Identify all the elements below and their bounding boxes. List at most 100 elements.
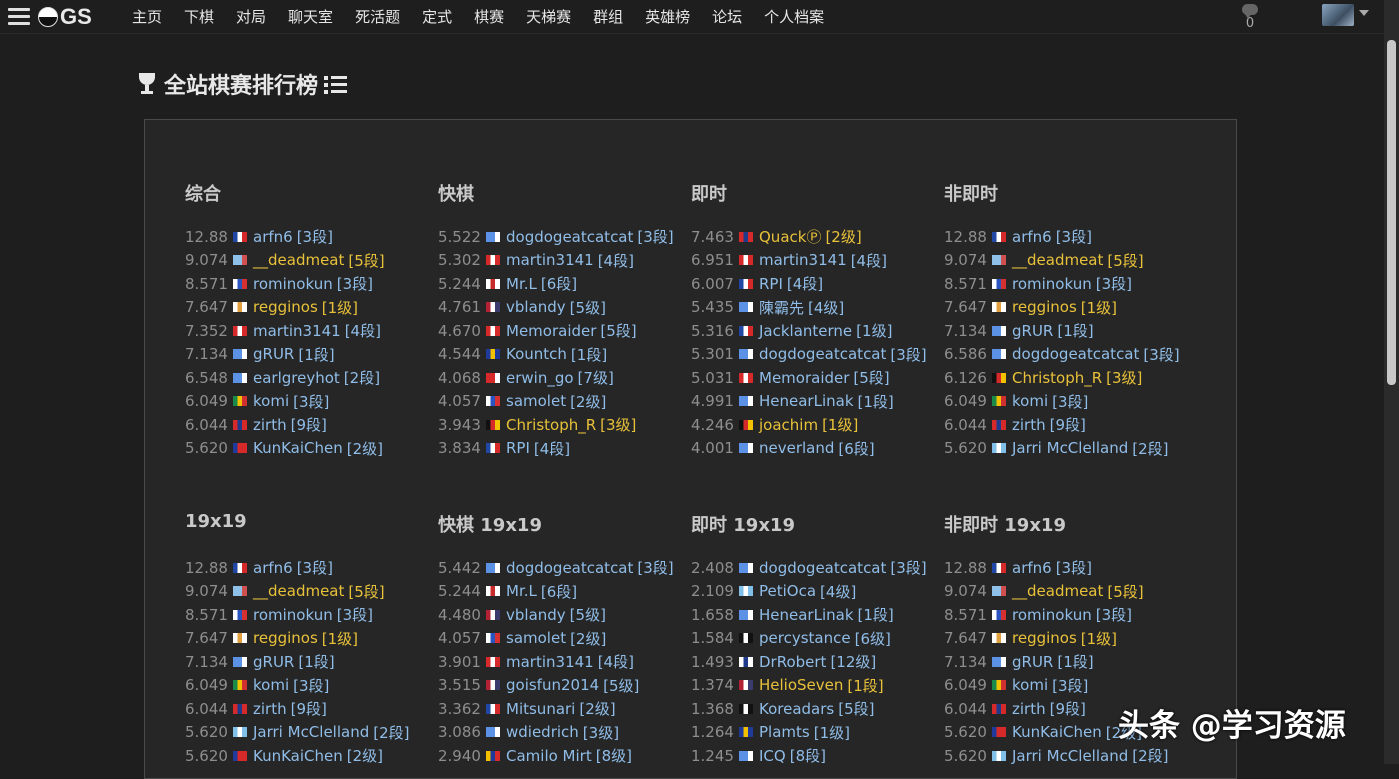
nav-item[interactable]: 死活题 [355, 6, 400, 27]
player-name-link[interactable]: __deadmeat [253, 582, 344, 600]
scrollbar-thumb[interactable] [1387, 40, 1396, 385]
player-name-link[interactable]: martin3141 [506, 251, 594, 269]
player-name-link[interactable]: __deadmeat [1012, 582, 1103, 600]
nav-item[interactable]: 聊天室 [288, 6, 333, 27]
player-name-link[interactable]: Koreadars [759, 700, 834, 718]
player-name-link[interactable]: komi [253, 676, 289, 694]
player-name-link[interactable]: dogdogeatcatcat [506, 559, 633, 577]
player-name-link[interactable]: komi [253, 392, 289, 410]
player-name-link[interactable]: martin3141 [253, 322, 341, 340]
player-name-link[interactable]: regginos [253, 629, 318, 647]
player-name-link[interactable]: __deadmeat [1012, 251, 1103, 269]
scrollbar[interactable] [1384, 0, 1399, 764]
player-name-link[interactable]: regginos [1012, 298, 1077, 316]
player-name-link[interactable]: dogdogeatcatcat [506, 228, 633, 246]
player-name-link[interactable]: HelioSeven [759, 676, 843, 694]
player-name-link[interactable]: joachim [759, 416, 818, 434]
player-name-link[interactable]: gRUR [253, 345, 294, 363]
nav-item[interactable]: 定式 [422, 6, 452, 27]
player-name-link[interactable]: Memoraider [759, 369, 849, 387]
ranking-section: 非即时 12.88 arfn6 [3段] 9.074 __deadmeat [5段] 8.57… [944, 180, 1184, 460]
player-name-link[interactable]: Jarri McClelland [1012, 439, 1128, 457]
player-name-link[interactable]: RPI [759, 275, 783, 293]
player-name-link[interactable]: Plamts [759, 723, 810, 741]
avatar[interactable] [1322, 4, 1354, 26]
player-name-link[interactable]: rominokun [1012, 275, 1092, 293]
player-name-link[interactable]: DrRobert [759, 653, 826, 671]
player-name-link[interactable]: HenearLinak [759, 606, 854, 624]
player-name-link[interactable]: Christoph_R [1012, 369, 1102, 387]
player-name-link[interactable]: gRUR [1012, 653, 1053, 671]
player-name-link[interactable]: Jarri McClelland [253, 723, 369, 741]
player-name-link[interactable]: KunKaiChen [253, 439, 343, 457]
player-name-link[interactable]: komi [1012, 392, 1048, 410]
nav-item[interactable]: 棋赛 [474, 6, 504, 27]
player-name-link[interactable]: QuackⓅ [759, 226, 821, 247]
player-name-link[interactable]: percystance [759, 629, 851, 647]
player-name-link[interactable]: arfn6 [1012, 559, 1052, 577]
player-name-link[interactable]: zirth [1012, 416, 1046, 434]
nav-item[interactable]: 对局 [236, 6, 266, 27]
chat-button[interactable]: 0 [1240, 2, 1260, 31]
player-name-link[interactable]: __deadmeat [253, 251, 344, 269]
player-name-link[interactable]: zirth [253, 700, 287, 718]
player-name-link[interactable]: Christoph_R [506, 416, 596, 434]
menu-icon[interactable] [8, 8, 30, 26]
player-name-link[interactable]: HenearLinak [759, 392, 854, 410]
player-name-link[interactable]: martin3141 [759, 251, 847, 269]
player-name-link[interactable]: vblandy [506, 606, 566, 624]
player-name-link[interactable]: vblandy [506, 298, 566, 316]
player-name-link[interactable]: Mr.L [506, 275, 537, 293]
player-rank: [1段] [298, 653, 335, 672]
player-name-link[interactable]: Jarri McClelland [1012, 747, 1128, 765]
player-name-link[interactable]: Kountch [506, 345, 567, 363]
player-name-link[interactable]: dogdogeatcatcat [759, 345, 886, 363]
player-name-link[interactable]: zirth [1012, 700, 1046, 718]
player-name-link[interactable]: goisfun2014 [506, 676, 599, 694]
player-name-link[interactable]: regginos [253, 298, 318, 316]
player-name-link[interactable]: RPI [506, 439, 530, 457]
player-name-link[interactable]: zirth [253, 416, 287, 434]
nav-item[interactable]: 英雄榜 [645, 6, 690, 27]
chevron-down-icon[interactable] [1359, 10, 1369, 16]
player-name-link[interactable]: KunKaiChen [1012, 723, 1102, 741]
player-name-link[interactable]: Memoraider [506, 322, 596, 340]
player-name-link[interactable]: neverland [759, 439, 834, 457]
player-name-link[interactable]: rominokun [253, 275, 333, 293]
site-logo[interactable]: GS [38, 4, 92, 30]
nav-menu: 主页 下棋 对局 聊天室 死活题 定式 棋赛 天梯赛 群组 英雄榜 论坛 个人档案 [132, 6, 846, 27]
player-name-link[interactable]: ICQ [759, 747, 786, 765]
player-name-link[interactable]: PetiOca [759, 582, 816, 600]
player-name-link[interactable]: arfn6 [1012, 228, 1052, 246]
player-name-link[interactable]: dogdogeatcatcat [759, 559, 886, 577]
player-name-link[interactable]: rominokun [1012, 606, 1092, 624]
player-name-link[interactable]: earlgreyhot [253, 369, 340, 387]
nav-item[interactable]: 下棋 [184, 6, 214, 27]
player-name-link[interactable]: Camilo Mirt [506, 747, 592, 765]
nav-item[interactable]: 论坛 [712, 6, 742, 27]
player-name-link[interactable]: arfn6 [253, 559, 293, 577]
player-name-link[interactable]: komi [1012, 676, 1048, 694]
player-name-link[interactable]: Mitsunari [506, 700, 575, 718]
nav-item[interactable]: 主页 [132, 6, 162, 27]
player-name-link[interactable]: wdiedrich [506, 723, 579, 741]
nav-item[interactable]: 个人档案 [764, 6, 824, 27]
player-name-link[interactable]: samolet [506, 392, 566, 410]
nav-item[interactable]: 群组 [593, 6, 623, 27]
ranking-row: 1.584 percystance [6级] [691, 627, 931, 651]
player-name-link[interactable]: samolet [506, 629, 566, 647]
player-name-link[interactable]: gRUR [1012, 322, 1053, 340]
player-name-link[interactable]: regginos [1012, 629, 1077, 647]
player-name-link[interactable]: 陳霸先 [759, 297, 804, 318]
player-name-link[interactable]: arfn6 [253, 228, 293, 246]
player-name-link[interactable]: Mr.L [506, 582, 537, 600]
player-name-link[interactable]: Jacklanterne [759, 322, 852, 340]
player-name-link[interactable]: gRUR [253, 653, 294, 671]
player-name-link[interactable]: KunKaiChen [253, 747, 343, 765]
player-name-link[interactable]: erwin_go [506, 369, 574, 387]
player-name-link[interactable]: martin3141 [506, 653, 594, 671]
player-rating: 7.134 [944, 652, 987, 671]
nav-item[interactable]: 天梯赛 [526, 6, 571, 27]
player-name-link[interactable]: dogdogeatcatcat [1012, 345, 1139, 363]
player-name-link[interactable]: rominokun [253, 606, 333, 624]
